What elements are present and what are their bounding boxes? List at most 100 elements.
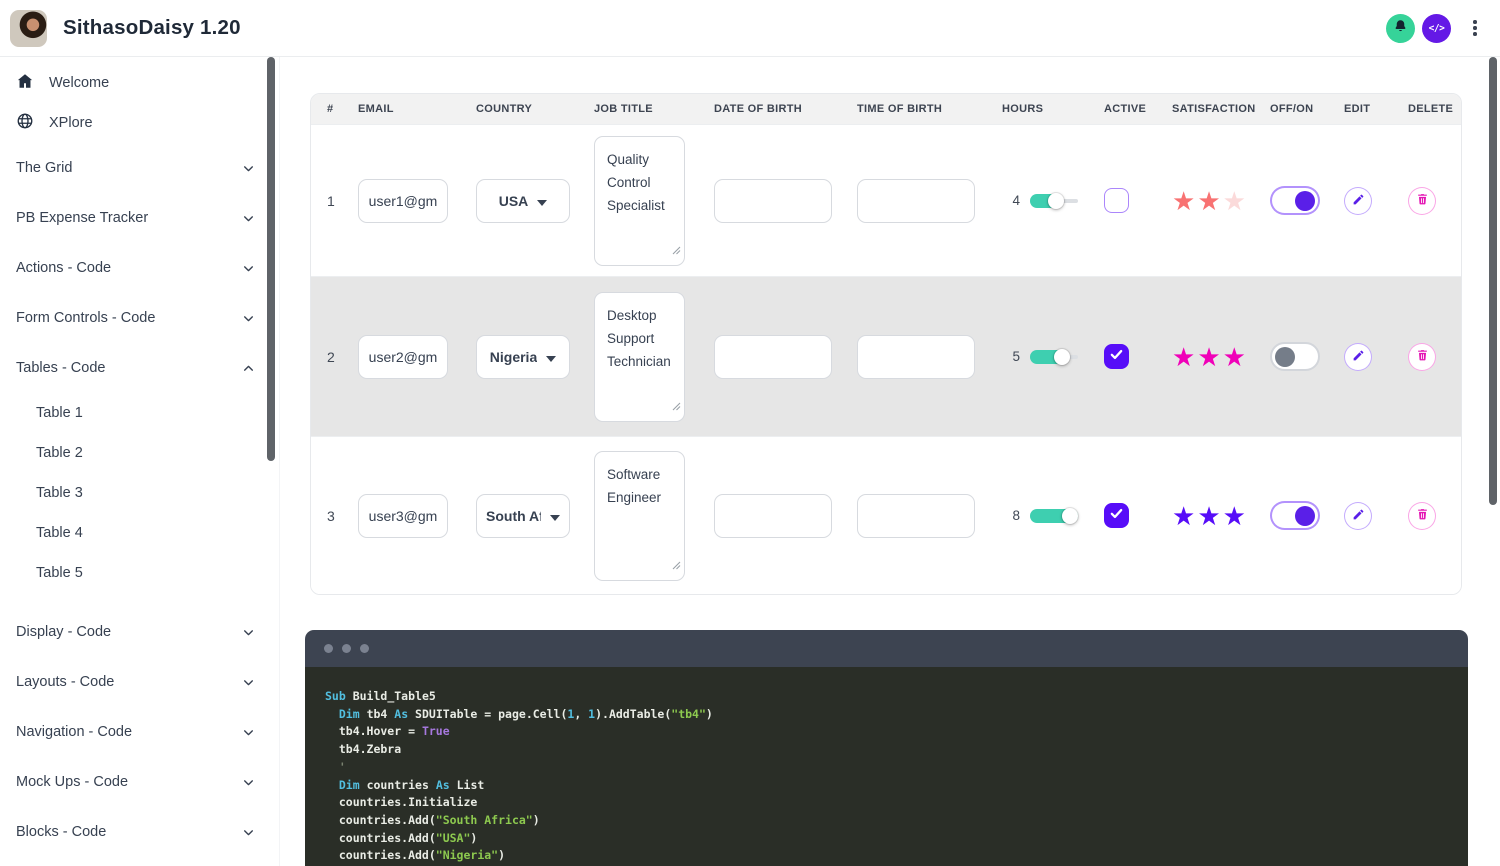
time-of-birth-input[interactable] [857,493,975,538]
date-of-birth-cell [701,493,844,538]
chevron-down-icon [242,212,255,225]
email-input[interactable] [358,334,448,379]
satisfaction-rating[interactable]: ★ ★ ★ [1172,188,1248,214]
country-select-value: Nigeria [489,348,538,365]
delete-button[interactable] [1408,342,1436,371]
sidebar-item-table-3[interactable]: Table 3 [0,473,279,513]
edit-button[interactable] [1344,342,1372,371]
star-icon[interactable]: ★ [1197,344,1222,370]
sidebar-item-display-code[interactable]: Display - Code [0,607,279,657]
sidebar-item-tables-code[interactable]: Tables - Code [0,343,279,393]
code-button[interactable]: </> [1422,13,1451,43]
main-scrollbar[interactable] [1489,57,1497,505]
sidebar-item-mock-ups-code[interactable]: Mock Ups - Code [0,757,279,807]
table-body: 1USAQuality Control Specialist4★★★2Niger… [311,124,1461,594]
star-icon[interactable]: ★ [1223,188,1248,214]
sidebar-item-table-4[interactable]: Table 4 [0,513,279,553]
hours-slider[interactable] [1030,507,1078,525]
star-icon[interactable]: ★ [1197,503,1222,529]
code-line: tb4.Hover = True [325,723,1458,741]
job-title-textarea[interactable]: Quality Control Specialist [594,135,685,266]
active-checkbox[interactable] [1104,188,1129,213]
sidebar-item-welcome[interactable]: Welcome [0,63,279,103]
delete-button[interactable] [1408,501,1436,530]
code-token: ) [498,848,506,863]
trash-icon [1416,348,1429,365]
kebab-menu-button[interactable] [1464,14,1486,43]
sidebar-item-table-2[interactable]: Table 2 [0,433,279,473]
code-window-header [305,630,1468,667]
sidebar-item-table-5[interactable]: Table 5 [0,553,279,593]
delete-button[interactable] [1408,186,1436,215]
date-of-birth-input[interactable] [714,334,832,379]
table-row: 2NigeriaDesktop Support Technician5★★★ [311,276,1461,436]
sidebar-item-label: Layouts - Code [16,674,115,690]
active-checkbox[interactable] [1104,503,1129,528]
sidebar-item-actions-code[interactable]: Actions - Code [0,243,279,293]
sidebar-item-pb-expense-tracker[interactable]: PB Expense Tracker [0,193,279,243]
country-cell: USA [463,178,581,223]
sidebar-item-label: The Grid [16,160,73,176]
sidebar-item-layouts-code[interactable]: Layouts - Code [0,657,279,707]
email-input[interactable] [358,493,448,538]
code-token: As [435,777,450,792]
sidebar-item-table-1[interactable]: Table 1 [0,393,279,433]
off-on-toggle[interactable] [1270,342,1320,371]
slider-thumb[interactable] [1053,348,1070,365]
code-token: ) [705,706,713,721]
pencil-icon [1352,508,1365,524]
slider-thumb[interactable] [1062,507,1078,524]
code-token: True [421,724,450,739]
window-dot [324,644,333,653]
satisfaction-rating[interactable]: ★ ★ ★ [1172,503,1248,529]
time-of-birth-input[interactable] [857,334,975,379]
sidebar-item-xplore[interactable]: XPlore [0,103,279,143]
star-icon[interactable]: ★ [1172,503,1197,529]
sidebar-item-label: Form Controls - Code [16,310,156,326]
avatar[interactable] [10,9,47,47]
code-token: Sub [325,689,346,703]
active-checkbox[interactable] [1104,344,1129,369]
country-select[interactable]: South Africa [476,493,570,538]
date-of-birth-input[interactable] [714,493,832,538]
date-of-birth-input[interactable] [714,178,832,223]
star-icon[interactable]: ★ [1223,344,1248,370]
satisfaction-rating[interactable]: ★ ★ ★ [1172,344,1248,370]
notifications-button[interactable] [1386,13,1415,43]
caret-down-icon [537,193,548,209]
hours-slider[interactable] [1030,192,1078,210]
star-icon[interactable]: ★ [1172,188,1197,214]
app-title: SithasoDaisy 1.20 [63,16,241,39]
hours-slider[interactable] [1030,348,1078,366]
sidebar-scrollbar[interactable] [267,57,275,461]
column-header-hours: HOURS [1002,103,1044,115]
code-token: ' [325,759,346,774]
code-line: ' [325,759,1458,777]
sidebar-item-blocks-code[interactable]: Blocks - Code [0,807,279,857]
sidebar-item-form-controls-code[interactable]: Form Controls - Code [0,293,279,343]
country-select[interactable]: Nigeria [476,334,570,379]
sidebar-item-label: PB Expense Tracker [16,210,149,226]
country-select[interactable]: USA [476,178,570,223]
slider-thumb[interactable] [1048,192,1065,209]
email-input[interactable] [358,178,448,223]
edit-button[interactable] [1344,186,1372,215]
star-icon[interactable]: ★ [1223,503,1248,529]
time-of-birth-input[interactable] [857,178,975,223]
off-on-toggle[interactable] [1270,501,1320,530]
star-icon[interactable]: ★ [1172,344,1197,370]
star-icon[interactable]: ★ [1197,188,1222,214]
sidebar-item-navigation-code[interactable]: Navigation - Code [0,707,279,757]
off-on-cell [1257,186,1331,215]
sidebar-submenu-tables-code: Table 1 Table 2 Table 3 Table 4 Table 5 [0,393,279,593]
bell-icon [1393,19,1408,37]
edit-button[interactable] [1344,501,1372,530]
job-title-textarea[interactable]: Desktop Support Technician [594,291,685,422]
off-on-toggle[interactable] [1270,186,1320,215]
job-title-textarea[interactable]: Software Engineer [594,450,685,581]
table-row: 3South AfricaSoftware Engineer8★★★ [311,436,1461,594]
column-header-off-on: OFF/ON [1270,103,1314,115]
sidebar-item-the-grid[interactable]: The Grid [0,143,279,193]
